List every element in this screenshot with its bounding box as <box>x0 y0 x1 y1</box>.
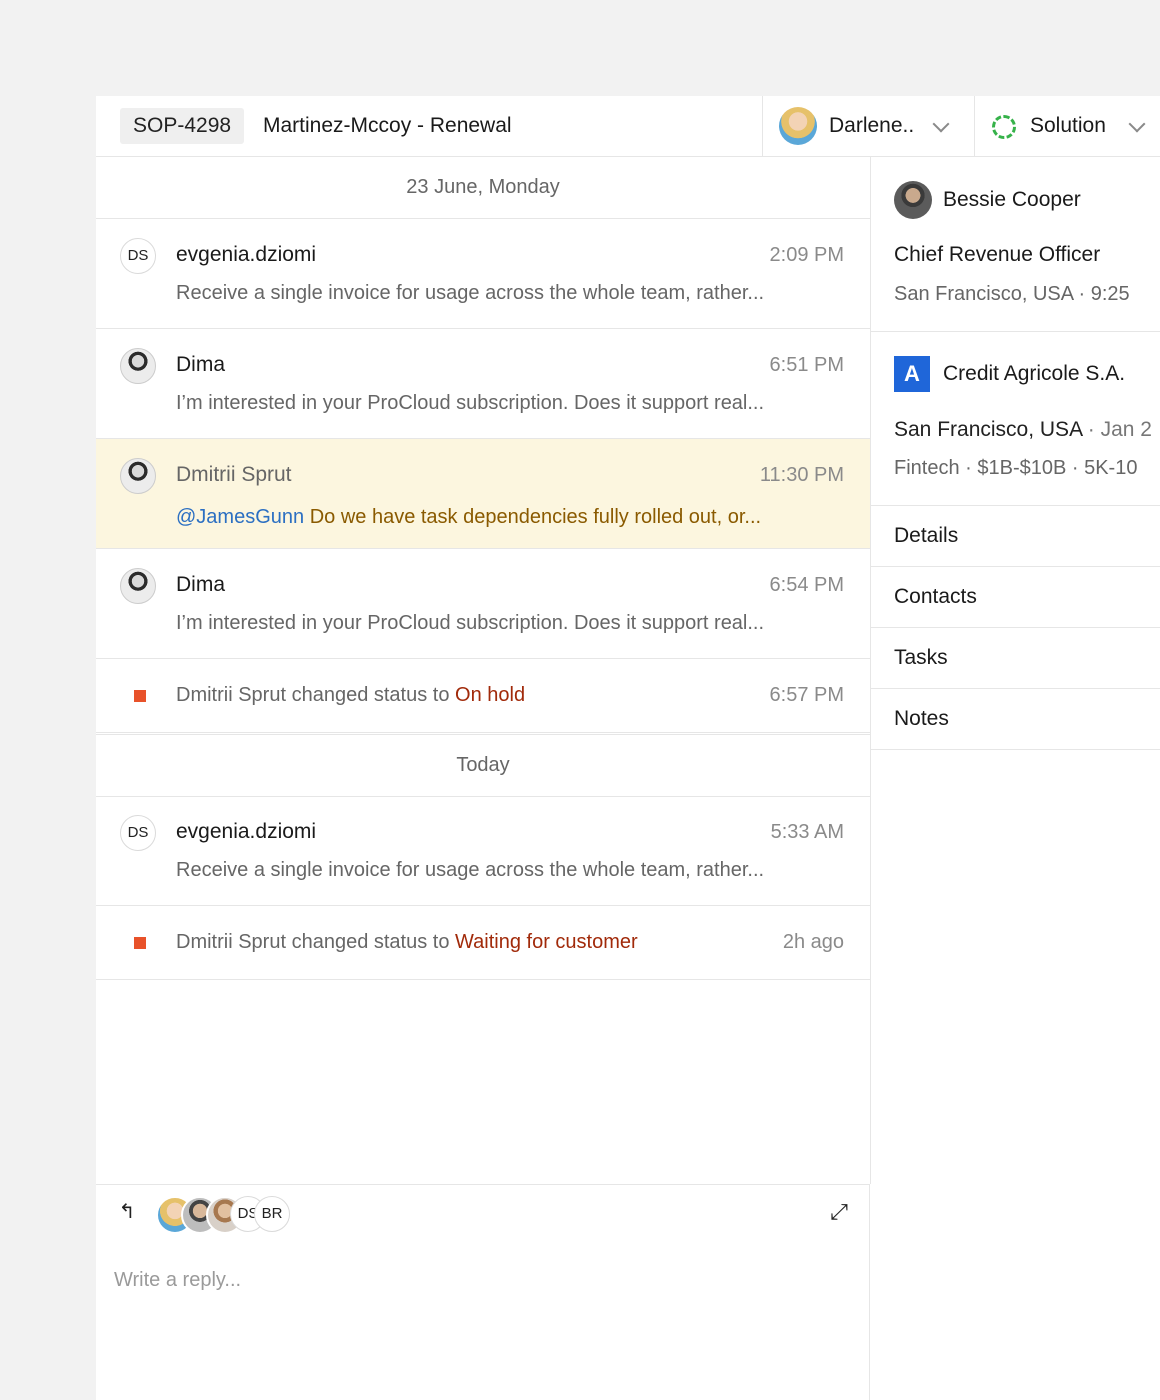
sidebar-tab-notes[interactable]: Notes <box>871 688 1160 750</box>
message-time: 2:09 PM <box>769 244 844 266</box>
message-item[interactable]: Dima 6:54 PM I’m interested in your ProC… <box>96 549 870 659</box>
status-actor: Dmitrii Sprut <box>176 931 287 953</box>
status-dropdown[interactable]: Solution <box>974 96 1160 156</box>
message-item[interactable]: DS evgenia.dziomi 2:09 PM Receive a sing… <box>96 219 870 329</box>
date-divider: 23 June, Monday <box>96 157 870 219</box>
status-change-text: Dmitrii Sprut changed status to Waiting … <box>176 906 638 979</box>
message-author: Dima <box>176 573 226 596</box>
reply-input[interactable] <box>114 1260 814 1300</box>
date-divider: Today <box>96 734 870 797</box>
company-logo: A <box>894 356 930 392</box>
status-name: Solution <box>1030 114 1106 137</box>
expand-icon[interactable]: ⤢ <box>828 1201 850 1223</box>
company-meta: Fintech · $1B-$10B · 5K-10 <box>894 457 1138 479</box>
avatar: DS <box>120 238 156 274</box>
assignee-avatar <box>779 107 817 145</box>
reply-arrow-icon[interactable]: ↰ <box>116 1201 138 1223</box>
message-author: evgenia.dziomi <box>176 243 317 266</box>
message-author: Dima <box>176 353 226 376</box>
status-square-icon <box>134 690 146 702</box>
company-location-city: San Francisco, USA <box>894 418 1082 441</box>
avatar: DS <box>120 815 156 851</box>
status-value: On hold <box>455 684 526 706</box>
chevron-down-icon <box>932 115 950 133</box>
message-author: evgenia.dziomi <box>176 820 317 843</box>
ticket-header: SOP-4298 Martinez-Mccoy - Renewal Darlen… <box>96 96 1160 157</box>
status-square-icon <box>134 937 146 949</box>
company-location-extra: · Jan 2 <box>1081 418 1152 441</box>
status-verb: changed status to <box>286 684 456 706</box>
ticket-panel: SOP-4298 Martinez-Mccoy - Renewal Darlen… <box>96 96 1160 1400</box>
message-preview: I’m interested in your ProCloud subscrip… <box>176 392 765 414</box>
sidebar-tab-label: Details <box>894 524 959 547</box>
avatar <box>120 458 156 494</box>
message-preview-text: Do we have task dependencies fully rolle… <box>304 506 762 528</box>
company-name[interactable]: Credit Agricole S.A. <box>943 355 1125 393</box>
chevron-down-icon <box>1128 115 1146 133</box>
assignee-name: Darlene.. <box>829 114 915 137</box>
status-change-time: 2h ago <box>782 931 844 953</box>
status-value: Waiting for customer <box>455 931 638 953</box>
company-location: San Francisco, USA · Jan 2 <box>894 411 1152 449</box>
sidebar-tab-label: Contacts <box>894 585 977 608</box>
contact-avatar <box>894 181 932 219</box>
participant-initials: BR <box>254 1196 290 1232</box>
status-verb: changed status to <box>286 931 456 953</box>
message-time: 5:33 AM <box>770 821 844 843</box>
message-time: 11:30 PM <box>759 464 844 486</box>
message-time: 6:54 PM <box>769 574 844 596</box>
status-actor: Dmitrii Sprut <box>176 684 287 706</box>
reply-composer: ↰ DS BR ⤢ <box>96 1184 870 1400</box>
sidebar-tab-details[interactable]: Details <box>871 505 1160 566</box>
message-preview: Receive a single invoice for usage acros… <box>176 282 765 304</box>
message-item[interactable]: Dima 6:51 PM I’m interested in your ProC… <box>96 329 870 439</box>
message-time: 6:51 PM <box>769 354 844 376</box>
message-author: Dmitrii Sprut <box>176 463 292 486</box>
ticket-id-badge[interactable]: SOP-4298 <box>120 108 245 144</box>
status-progress-icon <box>992 115 1016 139</box>
mention-link[interactable]: @JamesGunn <box>176 506 304 528</box>
contact-location: San Francisco, USA · 9:25 <box>894 283 1130 305</box>
message-preview: @JamesGunn Do we have task dependencies … <box>176 497 844 537</box>
sidebar-tab-contacts[interactable]: Contacts <box>871 566 1160 627</box>
message-item[interactable]: DS evgenia.dziomi 5:33 AM Receive a sing… <box>96 796 870 906</box>
status-change-time: 6:57 PM <box>769 684 844 706</box>
contact-role: Chief Revenue Officer <box>894 243 1101 266</box>
avatar <box>120 568 156 604</box>
avatar <box>120 348 156 384</box>
status-change-text: Dmitrii Sprut changed status to On hold <box>176 659 525 732</box>
message-item-highlighted[interactable]: Dmitrii Sprut 11:30 PM @JamesGunn Do we … <box>96 439 870 549</box>
status-change-item: Dmitrii Sprut changed status to On hold … <box>96 659 870 733</box>
message-preview: Receive a single invoice for usage acros… <box>176 859 765 881</box>
sidebar-tab-tasks[interactable]: Tasks <box>871 627 1160 688</box>
ticket-title: Martinez-Mccoy - Renewal <box>263 114 512 137</box>
sidebar-divider <box>871 331 1160 332</box>
sidebar-tab-label: Tasks <box>894 646 948 669</box>
sidebar-tab-label: Notes <box>894 707 949 730</box>
status-change-item: Dmitrii Sprut changed status to Waiting … <box>96 906 870 980</box>
message-preview: I’m interested in your ProCloud subscrip… <box>176 612 765 634</box>
details-sidebar: Bessie Cooper Chief Revenue Officer San … <box>871 157 1160 1400</box>
assignee-dropdown[interactable]: Darlene.. <box>762 96 974 156</box>
conversation-timeline[interactable]: 23 June, Monday DS evgenia.dziomi 2:09 P… <box>96 157 871 1184</box>
contact-name[interactable]: Bessie Cooper <box>943 181 1081 219</box>
